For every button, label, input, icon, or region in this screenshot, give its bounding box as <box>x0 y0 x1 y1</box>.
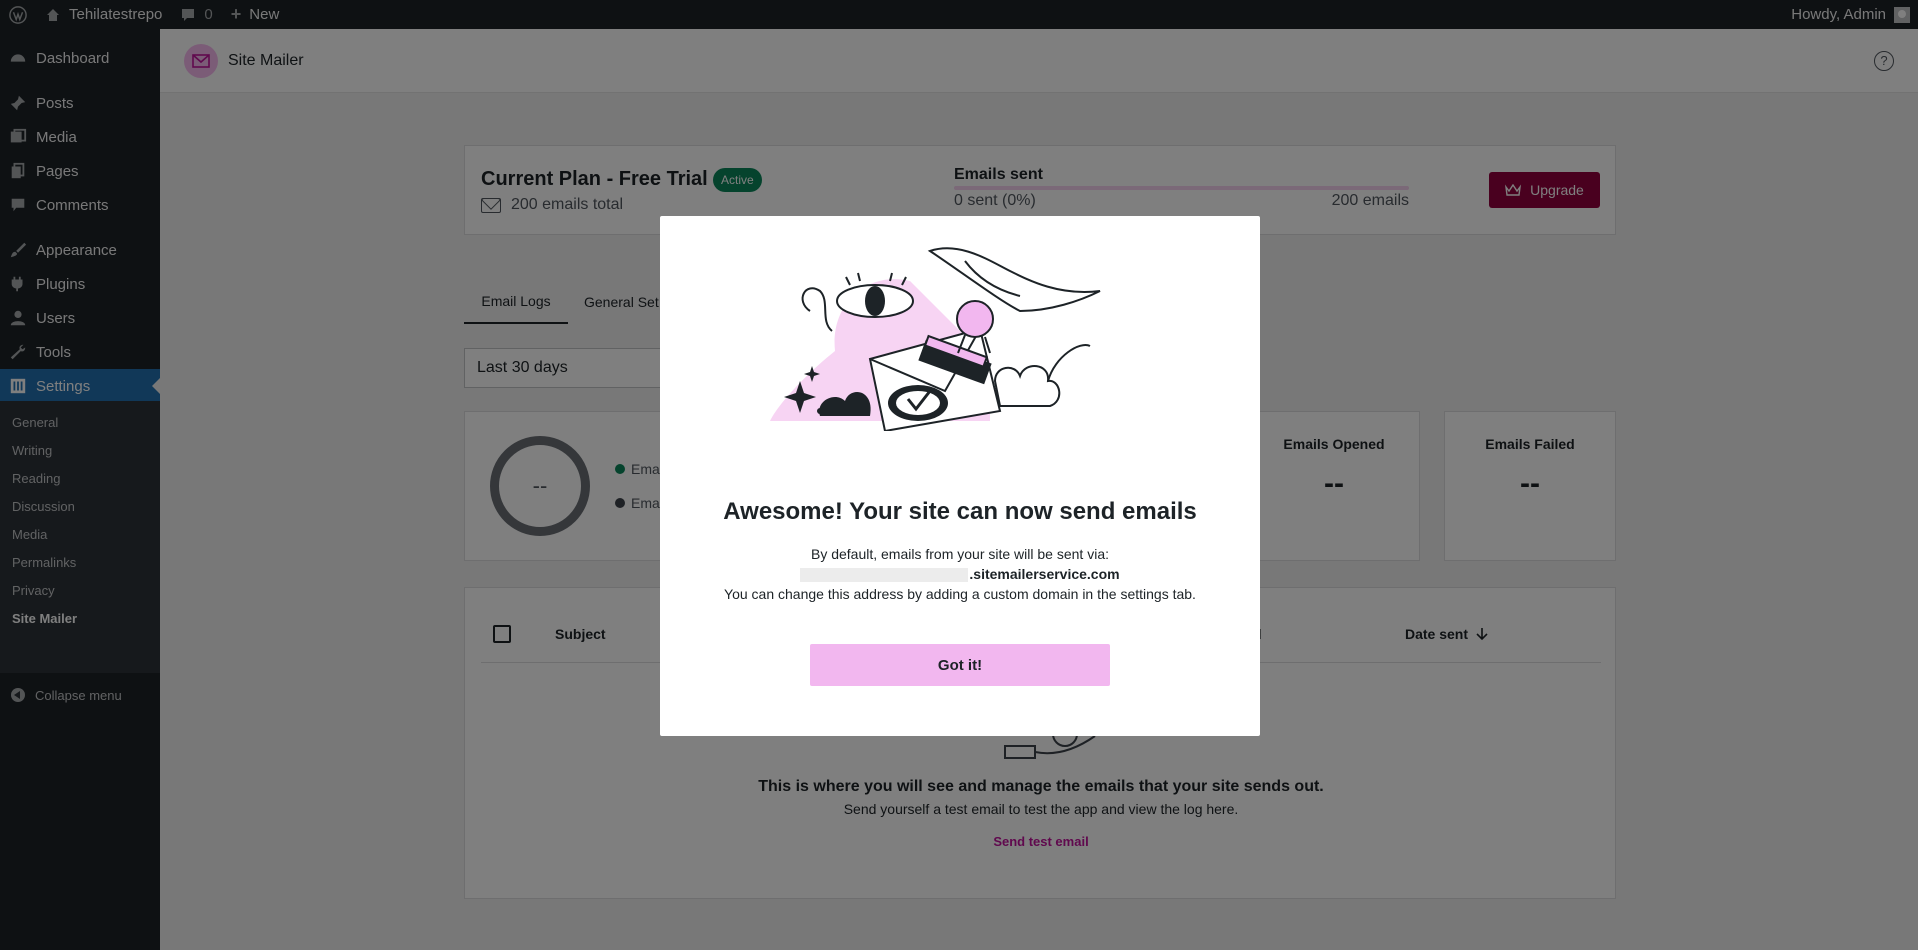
modal-text-line-3: You can change this address by adding a … <box>724 586 1196 602</box>
sender-domain: .sitemailerservice.com <box>969 566 1120 582</box>
modal-title: Awesome! Your site can now send emails <box>723 498 1197 525</box>
onboarding-modal: Awesome! Your site can now send emails B… <box>660 216 1260 736</box>
got-it-button[interactable]: Got it! <box>810 644 1110 686</box>
modal-text-line-1: By default, emails from your site will b… <box>810 546 1109 562</box>
masked-subdomain <box>800 568 969 583</box>
envelope-stamp-illustration <box>770 247 1101 431</box>
modal-text-line-2: .sitemailerservice.com <box>660 566 1260 583</box>
